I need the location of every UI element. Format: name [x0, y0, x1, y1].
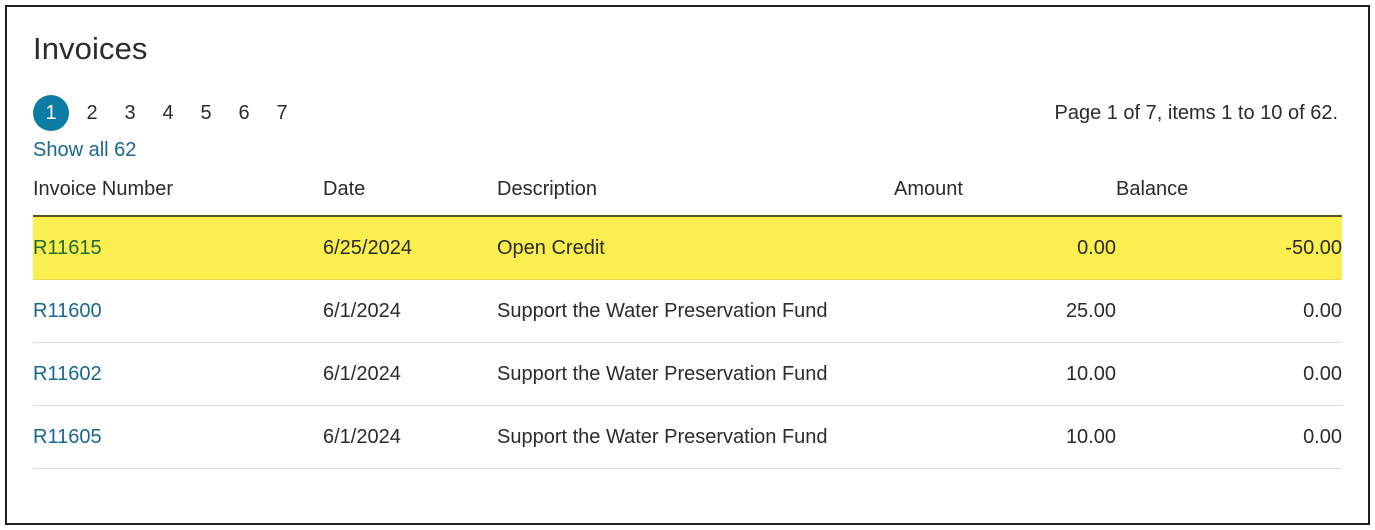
pagination-info: Page 1 of 7, items 1 to 10 of 62. [1054, 101, 1338, 124]
invoice-link[interactable]: R11615 [33, 237, 102, 259]
cell-date: 6/25/2024 [323, 216, 497, 280]
pagination-page-3[interactable]: 3 [111, 95, 149, 131]
show-all-link[interactable]: Show all 62 [33, 139, 136, 162]
pagination-page-1[interactable]: 1 [33, 95, 69, 131]
cell-balance: 0.00 [1116, 405, 1342, 469]
column-header-amount: Amount [894, 178, 1116, 217]
cell-invoice-number: R11605 [33, 405, 323, 469]
pagination-page-2[interactable]: 2 [73, 95, 111, 131]
table-row: R11602 6/1/2024 Support the Water Preserva… [33, 342, 1342, 406]
cell-date: 6/1/2024 [323, 279, 497, 343]
cell-description: Support the Water Preservation Fund [497, 279, 894, 343]
pagination-page-7[interactable]: 7 [263, 95, 301, 131]
table-header-row: Invoice Number Date Description Amount B… [33, 178, 1342, 217]
cell-balance: -50.00 [1116, 216, 1342, 280]
cell-amount: 0.00 [894, 216, 1116, 280]
cell-invoice-number: R11600 [33, 279, 323, 343]
cell-description: Support the Water Preservation Fund [497, 405, 894, 469]
cell-amount: 10.00 [894, 342, 1116, 406]
table-head: Invoice Number Date Description Amount B… [33, 178, 1342, 217]
cell-date: 6/1/2024 [323, 342, 497, 406]
table-row: R11605 6/1/2024 Support the Water Preserva… [33, 405, 1342, 469]
cell-amount: 25.00 [894, 279, 1116, 343]
pagination[interactable]: 1234567 [33, 95, 301, 131]
invoice-link[interactable]: R11605 [33, 426, 102, 448]
pagination-page-4[interactable]: 4 [149, 95, 187, 131]
cell-description: Open Credit [497, 216, 894, 280]
table-row: R11600 6/1/2024 Support the Water Preserva… [33, 279, 1342, 343]
cell-invoice-number: R11602 [33, 342, 323, 406]
cell-amount: 10.00 [894, 405, 1116, 469]
page-title: Invoices [33, 31, 148, 66]
cell-balance: 0.00 [1116, 342, 1342, 406]
invoices-card: Invoices 1234567 Page 1 of 7, items 1 to… [5, 5, 1370, 525]
pagination-page-5[interactable]: 5 [187, 95, 225, 131]
screen: Invoices 1234567 Page 1 of 7, items 1 to… [0, 0, 1375, 530]
invoice-link[interactable]: R11600 [33, 300, 102, 322]
cell-description: Support the Water Preservation Fund [497, 342, 894, 406]
invoices-table: Invoice Number Date Description Amount B… [33, 178, 1342, 469]
table-row: R11615 6/25/2024 Open Credit 0.00 -50.00 [33, 216, 1342, 280]
column-header-description: Description [497, 178, 894, 217]
invoice-link[interactable]: R11602 [33, 363, 102, 385]
pagination-row: 1234567 Page 1 of 7, items 1 to 10 of 62… [33, 95, 1342, 131]
card-content: Invoices 1234567 Page 1 of 7, items 1 to… [7, 7, 1368, 469]
pagination-page-6[interactable]: 6 [225, 95, 263, 131]
cell-balance: 0.00 [1116, 279, 1342, 343]
table-body: R11615 6/25/2024 Open Credit 0.00 -50.00 R116… [33, 216, 1342, 469]
column-header-balance: Balance [1116, 178, 1342, 217]
column-header-invoice-number: Invoice Number [33, 178, 323, 217]
cell-invoice-number: R11615 [33, 216, 323, 280]
column-header-date: Date [323, 178, 497, 217]
cell-date: 6/1/2024 [323, 405, 497, 469]
